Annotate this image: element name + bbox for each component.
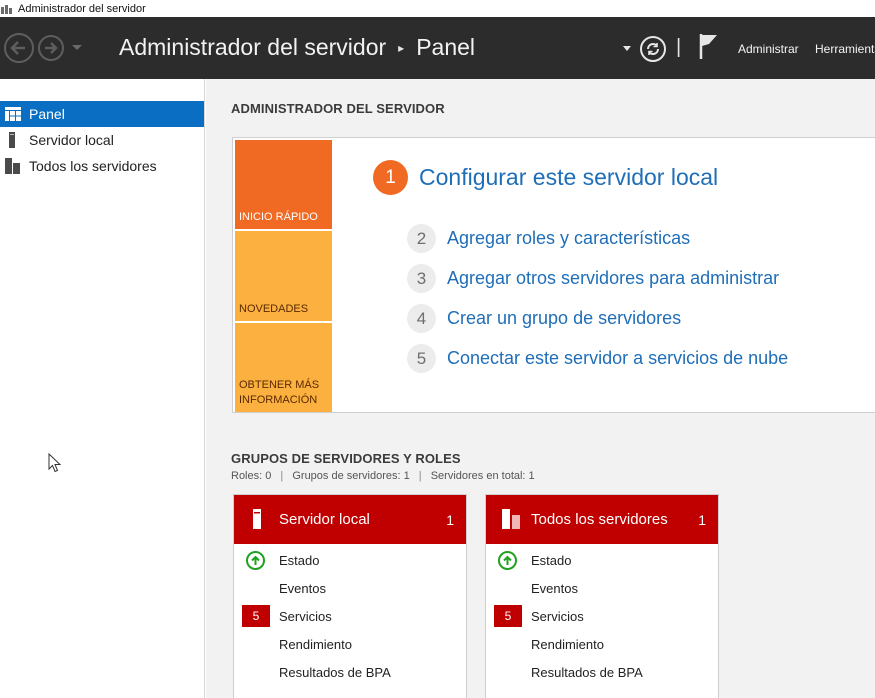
card-row-bpa[interactable]: Resultados de BPA bbox=[234, 658, 466, 686]
card-count: 1 bbox=[698, 512, 706, 528]
breadcrumb-separator-icon: ▸ bbox=[398, 40, 405, 55]
step-create-group[interactable]: 4 Crear un grupo de servidores bbox=[407, 304, 681, 333]
sidebar-item-local-server[interactable]: Servidor local bbox=[0, 127, 204, 153]
dashboard-main: ADMINISTRADOR DEL SERVIDOR INICIO RÁPIDO… bbox=[206, 79, 875, 698]
card-row-events[interactable]: Eventos bbox=[486, 574, 718, 602]
server-group-card-all: Todos los servidores 1 Estado Eventos 5 … bbox=[485, 494, 719, 698]
sidebar: Panel Servidor local Todos los servidore… bbox=[0, 79, 205, 698]
tab-quick-start[interactable]: INICIO RÁPIDO bbox=[235, 140, 332, 229]
server-group-card-local: Servidor local 1 Estado Eventos 5 Servic… bbox=[233, 494, 467, 698]
alert-count-badge: 5 bbox=[494, 605, 522, 627]
server-manager-app-icon bbox=[1, 4, 12, 14]
tab-learn-more[interactable]: OBTENER MÁS INFORMACIÓN bbox=[235, 323, 332, 412]
row-label: Eventos bbox=[279, 581, 326, 596]
row-label: Resultados de BPA bbox=[279, 665, 391, 680]
server-icon bbox=[5, 132, 21, 148]
step-number-badge: 3 bbox=[407, 264, 436, 293]
refresh-icon bbox=[647, 43, 659, 55]
row-label: Rendimiento bbox=[531, 637, 604, 652]
sidebar-item-panel[interactable]: Panel bbox=[0, 101, 204, 127]
arrow-right-icon bbox=[45, 42, 58, 54]
summary-separator: | bbox=[418, 470, 422, 482]
card-header[interactable]: Servidor local 1 bbox=[234, 495, 466, 544]
groups-heading: GRUPOS DE SERVIDORES Y ROLES bbox=[231, 451, 461, 466]
step-number-badge: 1 bbox=[373, 160, 408, 195]
row-label: Rendimiento bbox=[279, 637, 352, 652]
card-row-performance[interactable]: Rendimiento bbox=[486, 630, 718, 658]
step-connect-cloud[interactable]: 5 Conectar este servidor a servicios de … bbox=[407, 344, 788, 373]
sidebar-item-label: Servidor local bbox=[29, 132, 114, 148]
step-add-servers[interactable]: 3 Agregar otros servidores para administ… bbox=[407, 264, 779, 293]
header-divider: | bbox=[676, 36, 682, 58]
step-number-badge: 2 bbox=[407, 224, 436, 253]
menu-tools[interactable]: Herramientas bbox=[815, 42, 875, 56]
card-row-status[interactable]: Estado bbox=[234, 546, 466, 574]
step-link[interactable]: Configurar este servidor local bbox=[419, 164, 718, 191]
welcome-panel: INICIO RÁPIDO NOVEDADES OBTENER MÁS INFO… bbox=[232, 137, 875, 413]
step-link[interactable]: Agregar roles y características bbox=[447, 228, 690, 249]
servers-icon bbox=[502, 509, 520, 529]
card-count: 1 bbox=[446, 512, 454, 528]
sidebar-item-label: Todos los servidores bbox=[29, 158, 157, 174]
card-title: Todos los servidores bbox=[531, 511, 668, 528]
card-row-events[interactable]: Eventos bbox=[234, 574, 466, 602]
app-header: Administrador del servidor ▸ Panel | Adm… bbox=[0, 17, 875, 79]
step-link[interactable]: Conectar este servidor a servicios de nu… bbox=[447, 348, 788, 369]
card-row-status[interactable]: Estado bbox=[486, 546, 718, 574]
refresh-button[interactable] bbox=[640, 36, 666, 62]
back-button[interactable] bbox=[4, 33, 34, 63]
row-label: Servicios bbox=[279, 609, 332, 624]
total-servers-count: Servidores en total: 1 bbox=[430, 470, 535, 482]
summary-separator: | bbox=[280, 470, 284, 482]
breadcrumb-dropdown-icon[interactable] bbox=[623, 46, 631, 51]
roles-count: Roles: 0 bbox=[231, 470, 272, 482]
status-ok-icon bbox=[498, 551, 517, 570]
step-link[interactable]: Agregar otros servidores para administra… bbox=[447, 268, 779, 289]
card-row-services[interactable]: 5 Servicios bbox=[234, 602, 466, 630]
row-label: Servicios bbox=[531, 609, 584, 624]
page-title: ADMINISTRADOR DEL SERVIDOR bbox=[231, 101, 445, 116]
sidebar-item-label: Panel bbox=[29, 106, 65, 122]
card-row-services[interactable]: 5 Servicios bbox=[486, 602, 718, 630]
card-title: Servidor local bbox=[279, 511, 370, 528]
dashboard-icon bbox=[5, 106, 21, 122]
servers-icon bbox=[5, 158, 21, 174]
breadcrumb-current: Panel bbox=[416, 34, 476, 60]
tab-whats-new[interactable]: NOVEDADES bbox=[235, 231, 332, 321]
notifications-flag-icon[interactable] bbox=[699, 32, 719, 65]
menu-manage[interactable]: Administrar bbox=[738, 42, 799, 56]
card-header[interactable]: Todos los servidores 1 bbox=[486, 495, 718, 544]
step-number-badge: 5 bbox=[407, 344, 436, 373]
alert-count-badge: 5 bbox=[242, 605, 270, 627]
step-number-badge: 4 bbox=[407, 304, 436, 333]
arrow-left-icon bbox=[10, 41, 25, 55]
history-dropdown-icon[interactable] bbox=[72, 45, 82, 50]
server-icon bbox=[250, 509, 266, 529]
server-groups-count: Grupos de servidores: 1 bbox=[292, 470, 410, 482]
step-add-roles[interactable]: 2 Agregar roles y características bbox=[407, 224, 690, 253]
window-title: Administrador del servidor bbox=[18, 2, 146, 15]
forward-button[interactable] bbox=[38, 35, 64, 61]
status-ok-icon bbox=[246, 551, 265, 570]
row-label: Estado bbox=[279, 553, 320, 568]
mouse-cursor-icon bbox=[48, 453, 62, 473]
step-configure-local-server[interactable]: 1 Configurar este servidor local bbox=[373, 160, 718, 195]
row-label: Resultados de BPA bbox=[531, 665, 643, 680]
card-row-bpa[interactable]: Resultados de BPA bbox=[486, 658, 718, 686]
step-link[interactable]: Crear un grupo de servidores bbox=[447, 308, 681, 329]
row-label: Eventos bbox=[531, 581, 578, 596]
row-label: Estado bbox=[531, 553, 572, 568]
breadcrumb-root[interactable]: Administrador del servidor bbox=[119, 34, 386, 61]
window-titlebar: Administrador del servidor bbox=[0, 0, 875, 17]
groups-summary: Roles: 0 | Grupos de servidores: 1 | Ser… bbox=[231, 470, 535, 482]
sidebar-item-all-servers[interactable]: Todos los servidores bbox=[0, 153, 204, 179]
breadcrumb: Administrador del servidor ▸ Panel bbox=[119, 34, 475, 61]
card-row-performance[interactable]: Rendimiento bbox=[234, 630, 466, 658]
